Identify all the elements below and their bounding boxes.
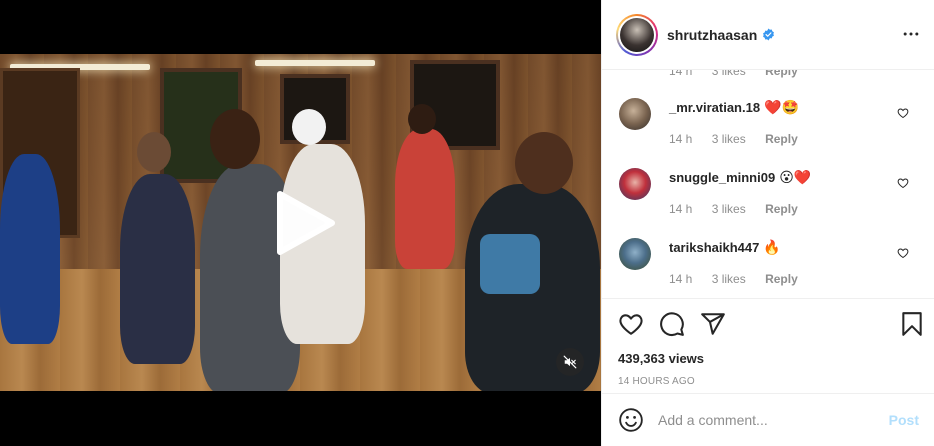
paper-plane-icon[interactable] xyxy=(700,311,726,337)
comment-time: 14 h xyxy=(669,272,693,286)
more-options-icon[interactable] xyxy=(901,24,921,44)
comment-heart-icon[interactable] xyxy=(897,247,909,259)
verified-badge-icon xyxy=(763,28,775,41)
video-frame-dancer xyxy=(0,154,60,344)
avatar-image xyxy=(620,17,654,52)
video-frame-head xyxy=(515,132,573,194)
muted-speaker-icon xyxy=(563,355,577,369)
video-frame-dancer xyxy=(480,234,540,294)
comment-text: 🔥 xyxy=(763,239,781,255)
post-side-panel: shrutzhaasan 14 h 3 likes Reply _mr.vira… xyxy=(601,0,934,446)
comment-composer: Post xyxy=(602,393,934,446)
post-timestamp[interactable]: 14 HOURS AGO xyxy=(618,376,919,387)
comment-heart-icon[interactable] xyxy=(897,177,909,189)
comment-likes[interactable]: 3 likes xyxy=(712,272,746,286)
video-player[interactable] xyxy=(0,54,601,391)
post-header: shrutzhaasan xyxy=(602,0,934,70)
comment-item: _mr.viratian.18 ❤️🤩 14 h 3 likes Reply xyxy=(602,70,934,146)
commenter-avatar[interactable] xyxy=(619,238,651,270)
comment-item: snuggle_minni09 😮❤️ 14 h 3 likes Reply xyxy=(602,140,934,216)
play-icon[interactable] xyxy=(268,188,338,258)
profile-avatar[interactable] xyxy=(616,13,658,56)
commenter-avatar[interactable] xyxy=(619,168,651,200)
video-frame-head xyxy=(210,109,260,169)
view-count[interactable]: 439,363 views xyxy=(618,351,919,366)
video-frame-light xyxy=(255,60,375,66)
comments-list[interactable]: 14 h 3 likes Reply _mr.viratian.18 ❤️🤩 14… xyxy=(602,70,934,299)
comment-text: 😮❤️ xyxy=(779,169,812,185)
comment-text: ❤️🤩 xyxy=(764,99,799,115)
post-comment-button[interactable]: Post xyxy=(889,412,919,428)
comment-item: tarikshaikh447 🔥 14 h 3 likes Reply xyxy=(602,210,934,286)
video-frame-head xyxy=(408,104,436,134)
commenter-username[interactable]: tarikshaikh447 xyxy=(669,240,759,255)
comment-reply[interactable]: Reply xyxy=(765,272,798,286)
commenter-username[interactable]: snuggle_minni09 xyxy=(669,170,775,185)
comment-bubble-icon[interactable] xyxy=(659,311,685,337)
post-username[interactable]: shrutzhaasan xyxy=(667,27,757,43)
video-frame-dancer xyxy=(120,174,195,364)
media-area xyxy=(0,0,601,446)
video-frame-head xyxy=(292,109,326,145)
video-frame-dancer xyxy=(395,129,455,269)
comment-heart-icon[interactable] xyxy=(897,107,909,119)
commenter-avatar[interactable] xyxy=(619,98,651,130)
video-frame-head xyxy=(137,132,171,172)
comment-input[interactable] xyxy=(658,412,889,428)
mute-button[interactable] xyxy=(556,348,584,376)
post-actions: 439,363 views 14 HOURS AGO xyxy=(602,298,934,393)
heart-icon[interactable] xyxy=(618,311,644,337)
commenter-username[interactable]: _mr.viratian.18 xyxy=(669,100,760,115)
bookmark-icon[interactable] xyxy=(899,311,925,337)
emoji-icon[interactable] xyxy=(618,407,644,433)
